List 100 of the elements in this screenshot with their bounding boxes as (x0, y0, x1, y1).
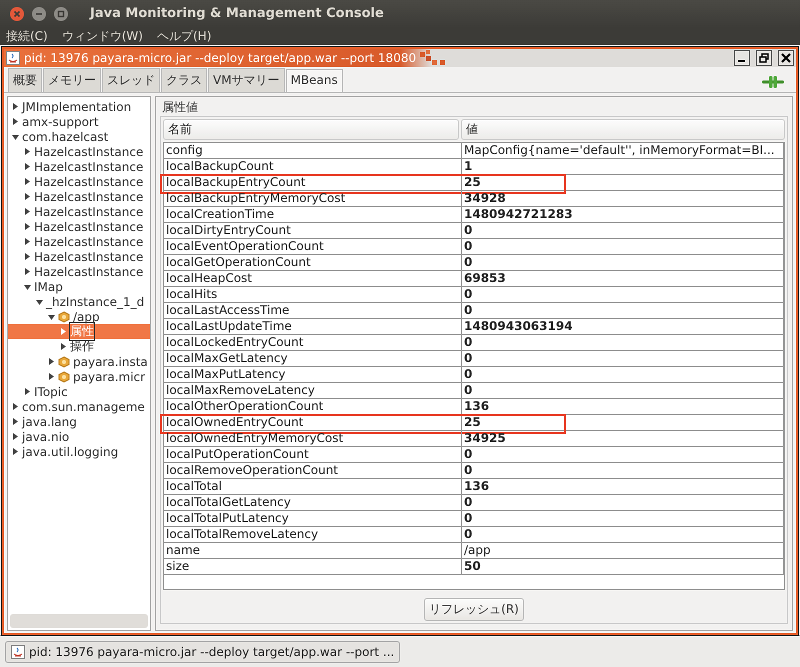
table-cell: 0 (462, 447, 784, 462)
collapsed-arrow-icon[interactable] (24, 163, 31, 170)
collapsed-arrow-icon[interactable] (24, 208, 31, 215)
table-cell: localEventOperationCount (164, 239, 462, 254)
table-cell: localOtherOperationCount (164, 399, 462, 414)
table-cell: 0 (462, 239, 784, 254)
collapsed-arrow-icon[interactable] (12, 403, 19, 410)
table-cell: config (164, 143, 462, 158)
tree-item[interactable]: HazelcastInstance (8, 249, 150, 264)
collapsed-arrow-icon[interactable] (24, 193, 31, 200)
menu-item[interactable]: 接続(C) (6, 28, 48, 44)
minimize-icon[interactable] (734, 50, 750, 66)
tab[interactable]: VMサマリー (208, 68, 285, 92)
bean-icon (58, 310, 70, 322)
collapsed-arrow-icon[interactable] (12, 433, 19, 440)
table-cell: localHeapCost (164, 271, 462, 286)
tree-item[interactable]: java.lang (8, 414, 150, 429)
table-cell: size (164, 559, 462, 574)
tree-item[interactable]: com.sun.manageme (8, 399, 150, 414)
collapsed-arrow-icon[interactable] (48, 358, 55, 365)
table-cell: localMaxGetLatency (164, 351, 462, 366)
table-cell: 0 (462, 511, 784, 526)
tab[interactable]: メモリー (43, 68, 101, 92)
close-icon[interactable] (778, 50, 794, 66)
bean-icon (58, 356, 70, 368)
menu-item[interactable]: ウィンドウ(W) (62, 28, 143, 44)
table-cell: localBackupEntryMemoryCost (164, 191, 462, 206)
column-header[interactable]: 値 (461, 119, 785, 140)
table-cell: localOwnedEntryCount (164, 415, 462, 430)
table-cell: 0 (462, 367, 784, 382)
expanded-arrow-icon[interactable] (12, 133, 19, 140)
table-cell: 25 (462, 175, 784, 190)
collapsed-arrow-icon[interactable] (24, 148, 31, 155)
table-cell: 0 (462, 495, 784, 510)
tree-item[interactable]: HazelcastInstance (8, 264, 150, 279)
collapsed-arrow-icon[interactable] (12, 103, 19, 110)
group-title: 属性値 (162, 99, 199, 116)
table-cell: 50 (462, 559, 784, 574)
table-cell: localBackupEntryCount (164, 175, 462, 190)
tree-item[interactable]: HazelcastInstance (8, 144, 150, 159)
tree-item[interactable]: payara.insta (8, 354, 150, 369)
java-icon (6, 51, 20, 65)
tree-item[interactable]: HazelcastInstance (8, 219, 150, 234)
tab[interactable]: クラス (161, 68, 207, 92)
collapsed-arrow-icon[interactable] (12, 118, 19, 125)
table-cell: localTotalRemoveLatency (164, 527, 462, 542)
maximize-icon[interactable] (54, 6, 68, 20)
tree-item[interactable]: java.nio (8, 429, 150, 444)
horizontal-scrollbar[interactable] (10, 614, 148, 628)
table-cell: 0 (462, 527, 784, 542)
tree-item[interactable]: JMImplementation (8, 99, 150, 114)
table-cell: localPutOperationCount (164, 447, 462, 462)
table-cell: 0 (462, 287, 784, 302)
table-cell: 0 (462, 383, 784, 398)
collapsed-arrow-icon[interactable] (48, 373, 55, 380)
tree-item[interactable]: HazelcastInstance (8, 189, 150, 204)
tab[interactable]: MBeans (286, 69, 343, 92)
tree-item[interactable]: java.util.logging (8, 444, 150, 459)
taskbar-item[interactable]: pid: 13976 payara-micro.jar --deploy target/app.war --port ... (5, 641, 400, 663)
expanded-arrow-icon[interactable] (24, 283, 31, 290)
table-cell: 1480943063194 (462, 319, 784, 334)
refresh-button[interactable]: リフレッシュ(R) (424, 598, 524, 621)
collapsed-arrow-icon[interactable] (24, 388, 31, 395)
tree-item[interactable]: 操作 (8, 339, 150, 354)
tab[interactable]: スレッド (102, 68, 160, 92)
java-icon (11, 645, 25, 659)
tree-item[interactable]: HazelcastInstance (8, 159, 150, 174)
tree-item[interactable]: /app (8, 309, 150, 324)
collapsed-arrow-icon[interactable] (24, 223, 31, 230)
collapsed-arrow-icon[interactable] (60, 343, 67, 350)
collapsed-arrow-icon[interactable] (24, 238, 31, 245)
table-cell: localRemoveOperationCount (164, 463, 462, 478)
table-cell: 0 (462, 223, 784, 238)
tree-item[interactable]: com.hazelcast (8, 129, 150, 144)
tab[interactable]: 概要 (8, 68, 42, 92)
menu-item[interactable]: ヘルプ(H) (156, 28, 212, 44)
tree-item[interactable]: _hzInstance_1_d (8, 294, 150, 309)
tree-item[interactable]: IMap (8, 279, 150, 294)
table-cell: 1 (462, 159, 784, 174)
tree-item[interactable]: HazelcastInstance (8, 204, 150, 219)
tree-item[interactable]: ITopic (8, 384, 150, 399)
restore-icon[interactable] (756, 50, 772, 66)
table-cell: 136 (462, 479, 784, 494)
collapsed-arrow-icon[interactable] (24, 268, 31, 275)
collapsed-arrow-icon[interactable] (12, 418, 19, 425)
expanded-arrow-icon[interactable] (36, 298, 43, 305)
table-cell: 69853 (462, 271, 784, 286)
tree-item[interactable]: HazelcastInstance (8, 234, 150, 249)
expanded-arrow-icon[interactable] (48, 313, 55, 320)
collapsed-arrow-icon[interactable] (24, 178, 31, 185)
collapsed-arrow-icon[interactable] (24, 253, 31, 260)
table-cell: localBackupCount (164, 159, 462, 174)
tree-item[interactable]: payara.micr (8, 369, 150, 384)
table-cell: 0 (462, 463, 784, 478)
tree-item[interactable]: amx-support (8, 114, 150, 129)
table-cell: 0 (462, 335, 784, 350)
table-cell: localHits (164, 287, 462, 302)
tree-item[interactable]: HazelcastInstance (8, 174, 150, 189)
collapsed-arrow-icon[interactable] (12, 448, 19, 455)
column-header[interactable]: 名前 (163, 119, 459, 140)
